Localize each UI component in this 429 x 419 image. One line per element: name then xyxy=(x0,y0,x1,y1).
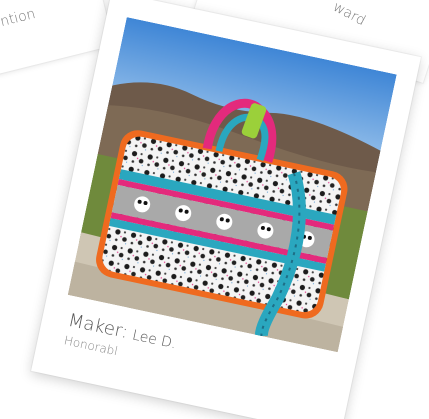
gallery-stage: ntion ward Maker: Lee D. Honorabl xyxy=(0,0,429,419)
bag-photo xyxy=(67,17,397,353)
bag-photo-illustration xyxy=(67,17,397,353)
maker-name: Lee D. xyxy=(130,327,178,353)
polaroid-card[interactable]: Maker: Lee D. Honorabl xyxy=(31,0,421,419)
